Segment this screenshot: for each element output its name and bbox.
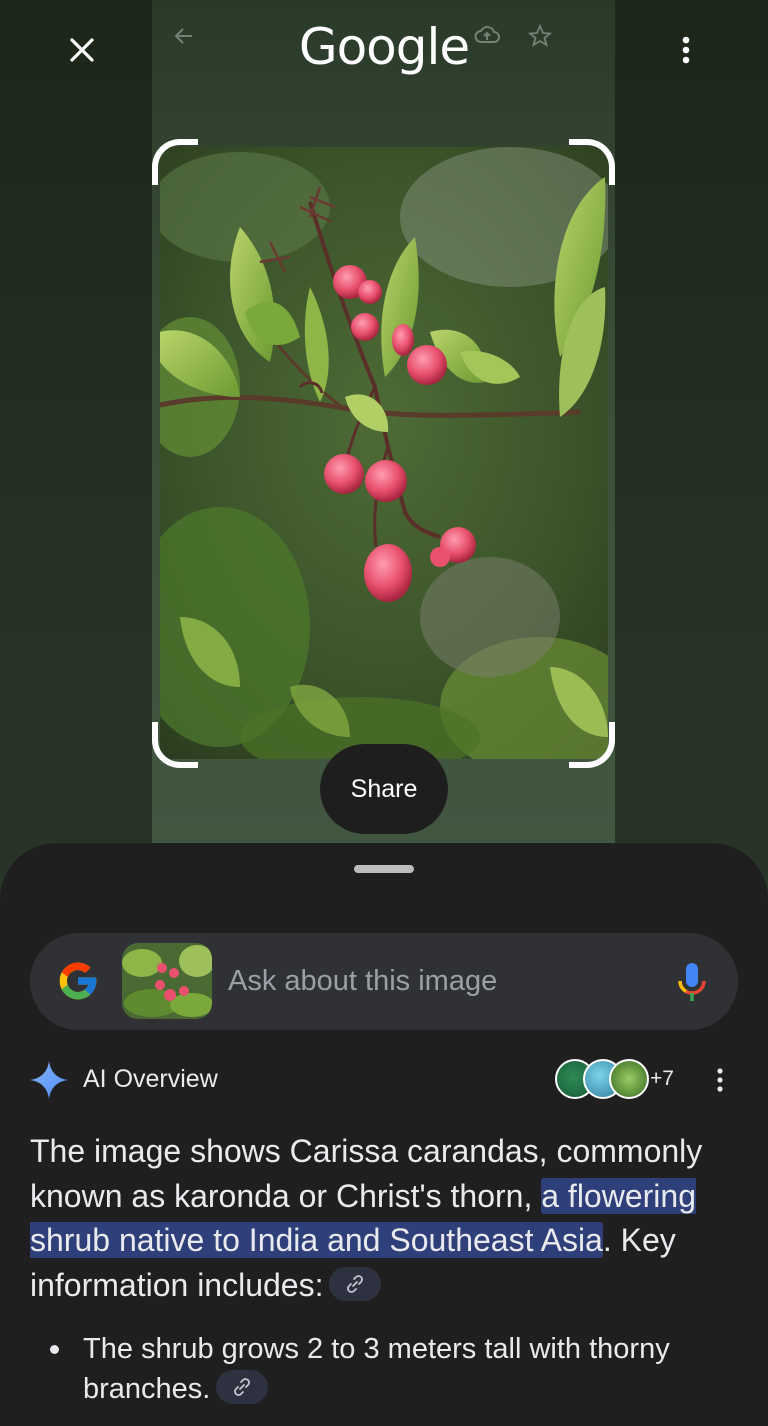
search-bar[interactable] bbox=[30, 933, 738, 1030]
key-info-list: The shrub grows 2 to 3 meters tall with … bbox=[50, 1329, 730, 1409]
ai-overview-title: AI Overview bbox=[83, 1065, 218, 1093]
top-bar: Google bbox=[0, 0, 768, 100]
source-plant-icon bbox=[609, 1059, 649, 1099]
more-vert-icon bbox=[682, 36, 690, 64]
citation-link-button[interactable] bbox=[329, 1267, 382, 1302]
more-vert-icon bbox=[717, 1068, 723, 1092]
captured-image[interactable] bbox=[160, 147, 608, 759]
ai-overview-more-button[interactable] bbox=[708, 1063, 732, 1097]
citation-link-button[interactable] bbox=[216, 1370, 269, 1405]
ai-overview-text: The image shows Carissa carandas, common… bbox=[30, 1129, 742, 1307]
link-icon bbox=[234, 1378, 251, 1397]
google-wordmark: Google bbox=[298, 18, 470, 76]
results-sheet: AI Overview +7 The image shows Carissa c… bbox=[0, 843, 768, 1426]
ai-overview-header: AI Overview +7 bbox=[30, 1059, 738, 1103]
bullet-text: The shrub grows 2 to 3 meters tall with … bbox=[83, 1333, 670, 1405]
thumbnail-photo bbox=[122, 943, 212, 1019]
screen: Google Share Ask about this image AI Ove… bbox=[0, 0, 768, 1426]
ask-about-image-input[interactable] bbox=[228, 951, 648, 1011]
sparkle-icon bbox=[30, 1061, 68, 1099]
list-item: The shrub grows 2 to 3 meters tall with … bbox=[50, 1329, 730, 1409]
google-g-icon bbox=[59, 962, 97, 1000]
more-options-button[interactable] bbox=[662, 24, 710, 76]
link-icon bbox=[347, 1275, 364, 1293]
source-count: +7 bbox=[650, 1067, 674, 1090]
image-thumbnail[interactable] bbox=[122, 943, 212, 1019]
source-favicons[interactable]: +7 bbox=[555, 1059, 685, 1101]
share-button[interactable]: Share bbox=[320, 744, 448, 834]
mic-icon[interactable] bbox=[676, 961, 708, 1003]
sheet-drag-handle[interactable] bbox=[354, 865, 414, 873]
plant-photo bbox=[160, 147, 608, 759]
